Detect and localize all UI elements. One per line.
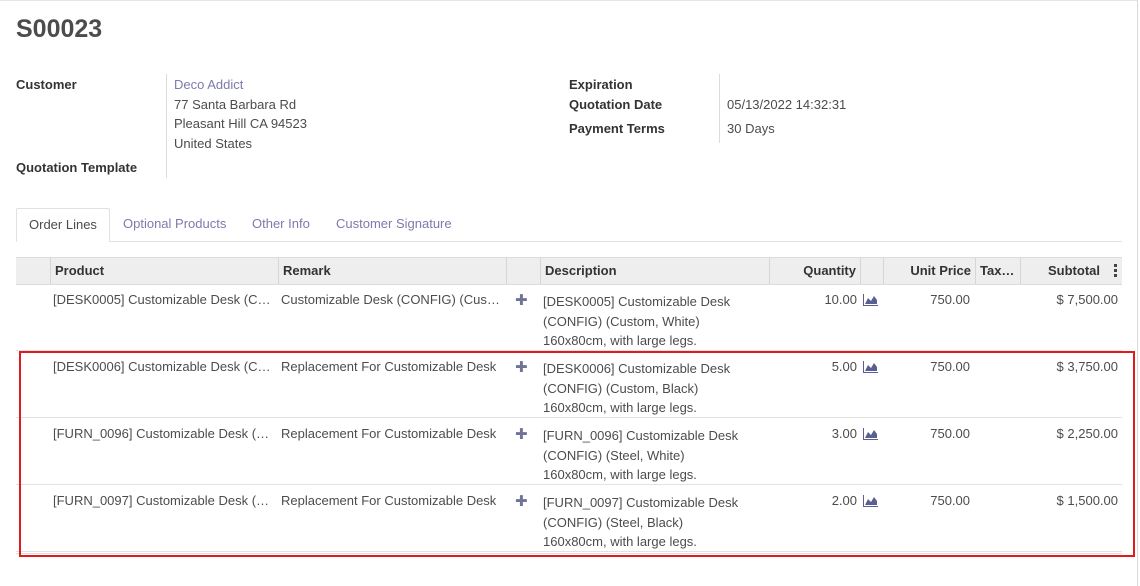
customer-address-line2: Pleasant Hill CA 94523 <box>174 116 307 131</box>
subtotal-cell: $ 3,750.00 <box>1056 359 1118 374</box>
description-cell[interactable]: [FURN_0097] Customizable Desk (CONFIG) (… <box>543 493 763 552</box>
record-title: S00023 <box>16 15 103 43</box>
plus-icon[interactable]: ✚ <box>515 358 528 376</box>
payment-terms-label: Payment Terms <box>569 121 665 136</box>
area-chart-icon[interactable] <box>863 428 878 440</box>
quotation-date-label: Quotation Date <box>569 97 663 112</box>
description-cell[interactable]: [FURN_0096] Customizable Desk (CONFIG) (… <box>543 426 763 485</box>
column-header-subtotal[interactable]: Subtotal <box>1020 258 1122 284</box>
description-cell[interactable]: [DESK0006] Customizable Desk (CONFIG) (C… <box>543 359 763 418</box>
column-header-forecast <box>860 258 883 284</box>
description-cell[interactable]: [DESK0005] Customizable Desk (CONFIG) (C… <box>543 292 763 351</box>
area-chart-icon[interactable] <box>863 495 878 507</box>
left-group-separator <box>166 74 167 178</box>
quantity-cell[interactable]: 2.00 <box>769 493 857 508</box>
form-sheet: S00023 Customer Deco Addict 77 Santa Bar… <box>0 0 1138 586</box>
handle-column-header <box>16 258 50 284</box>
kebab-menu-icon[interactable] <box>1114 264 1118 279</box>
subtotal-cell: $ 1,500.00 <box>1056 493 1118 508</box>
area-chart-icon[interactable] <box>863 361 878 373</box>
description-line: (CONFIG) (Custom, Black) <box>543 380 699 396</box>
product-cell[interactable]: [FURN_0097] Customizable Desk (CONFIG) (… <box>53 493 271 508</box>
description-line: (CONFIG) (Steel, White) <box>543 447 685 463</box>
table-row[interactable]: [FURN_0097] Customizable Desk (CONFIG) (… <box>16 486 1122 552</box>
unit-price-cell[interactable]: 750.00 <box>883 292 970 307</box>
quantity-cell[interactable]: 5.00 <box>769 359 857 374</box>
remark-cell[interactable]: Customizable Desk (CONFIG) (Custom, Whit… <box>281 292 501 307</box>
description-line: (CONFIG) (Steel, Black) <box>543 514 684 530</box>
table-row[interactable]: [DESK0006] Customizable Desk (CONFIG) (C… <box>16 352 1122 418</box>
area-chart-icon[interactable] <box>863 294 878 306</box>
column-header-remark[interactable]: Remark <box>278 258 506 284</box>
unit-price-cell[interactable]: 750.00 <box>883 426 970 441</box>
column-header-remark-action <box>506 258 540 284</box>
tab-optional-products[interactable]: Optional Products <box>111 208 238 240</box>
expiration-label: Expiration <box>569 77 633 92</box>
customer-address-line1: 77 Santa Barbara Rd <box>174 97 297 112</box>
product-cell[interactable]: [FURN_0096] Customizable Desk (CONFIG) (… <box>53 426 271 441</box>
quotation-template-field[interactable] <box>174 160 474 176</box>
description-line: (CONFIG) (Custom, White) <box>543 313 700 329</box>
quotation-date-value[interactable]: 05/13/2022 14:32:31 <box>727 97 846 112</box>
remark-cell[interactable]: Replacement For Customizable Desk <box>281 426 501 441</box>
plus-icon[interactable]: ✚ <box>515 492 528 510</box>
description-line: 160x80cm, with large legs. <box>543 467 697 482</box>
column-header-quantity[interactable]: Quantity <box>769 258 860 284</box>
column-header-unit-price[interactable]: Unit Price <box>883 258 975 284</box>
customer-name-link[interactable]: Deco Addict <box>174 77 243 92</box>
product-cell[interactable]: [DESK0005] Customizable Desk (CONFIG) (C… <box>53 292 271 307</box>
unit-price-cell[interactable]: 750.00 <box>883 493 970 508</box>
description-line: 160x80cm, with large legs. <box>543 400 697 415</box>
expiration-field[interactable] <box>727 77 1027 93</box>
order-lines-table-header: Product Remark Description Quantity Unit… <box>16 257 1122 285</box>
table-row[interactable]: [FURN_0096] Customizable Desk (CONFIG) (… <box>16 419 1122 485</box>
table-row[interactable]: [DESK0005] Customizable Desk (CONFIG) (C… <box>16 285 1122 351</box>
description-line: 160x80cm, with large legs. <box>543 534 697 549</box>
right-group-separator <box>719 74 720 143</box>
table-footer-line <box>16 553 1122 554</box>
description-line: [DESK0006] Customizable Desk <box>543 361 731 376</box>
notebook-tabs: Order Lines Optional Products Other Info… <box>16 208 1122 242</box>
column-header-description[interactable]: Description <box>540 258 769 284</box>
subtotal-cell: $ 7,500.00 <box>1056 292 1118 307</box>
column-header-taxes[interactable]: Tax… <box>975 258 1020 284</box>
subtotal-cell: $ 2,250.00 <box>1056 426 1118 441</box>
tab-customer-signature[interactable]: Customer Signature <box>324 208 464 240</box>
description-line: [DESK0005] Customizable Desk <box>543 294 731 309</box>
product-cell[interactable]: [DESK0006] Customizable Desk (CONFIG) (C… <box>53 359 271 374</box>
tab-other-info[interactable]: Other Info <box>240 208 322 240</box>
plus-icon[interactable]: ✚ <box>515 425 528 443</box>
remark-cell[interactable]: Replacement For Customizable Desk <box>281 493 501 508</box>
quantity-cell[interactable]: 3.00 <box>769 426 857 441</box>
unit-price-cell[interactable]: 750.00 <box>883 359 970 374</box>
quotation-template-label: Quotation Template <box>16 160 138 175</box>
tab-order-lines[interactable]: Order Lines <box>16 208 110 242</box>
customer-country: United States <box>174 136 253 151</box>
payment-terms-value[interactable]: 30 Days <box>727 121 775 136</box>
description-line: [FURN_0097] Customizable Desk <box>543 495 739 510</box>
customer-label: Customer <box>16 77 77 92</box>
column-header-product[interactable]: Product <box>50 258 278 284</box>
quantity-cell[interactable]: 10.00 <box>769 292 857 307</box>
plus-icon[interactable]: ✚ <box>515 291 528 309</box>
description-line: 160x80cm, with large legs. <box>543 333 697 348</box>
description-line: [FURN_0096] Customizable Desk <box>543 428 739 443</box>
remark-cell[interactable]: Replacement For Customizable Desk <box>281 359 501 374</box>
